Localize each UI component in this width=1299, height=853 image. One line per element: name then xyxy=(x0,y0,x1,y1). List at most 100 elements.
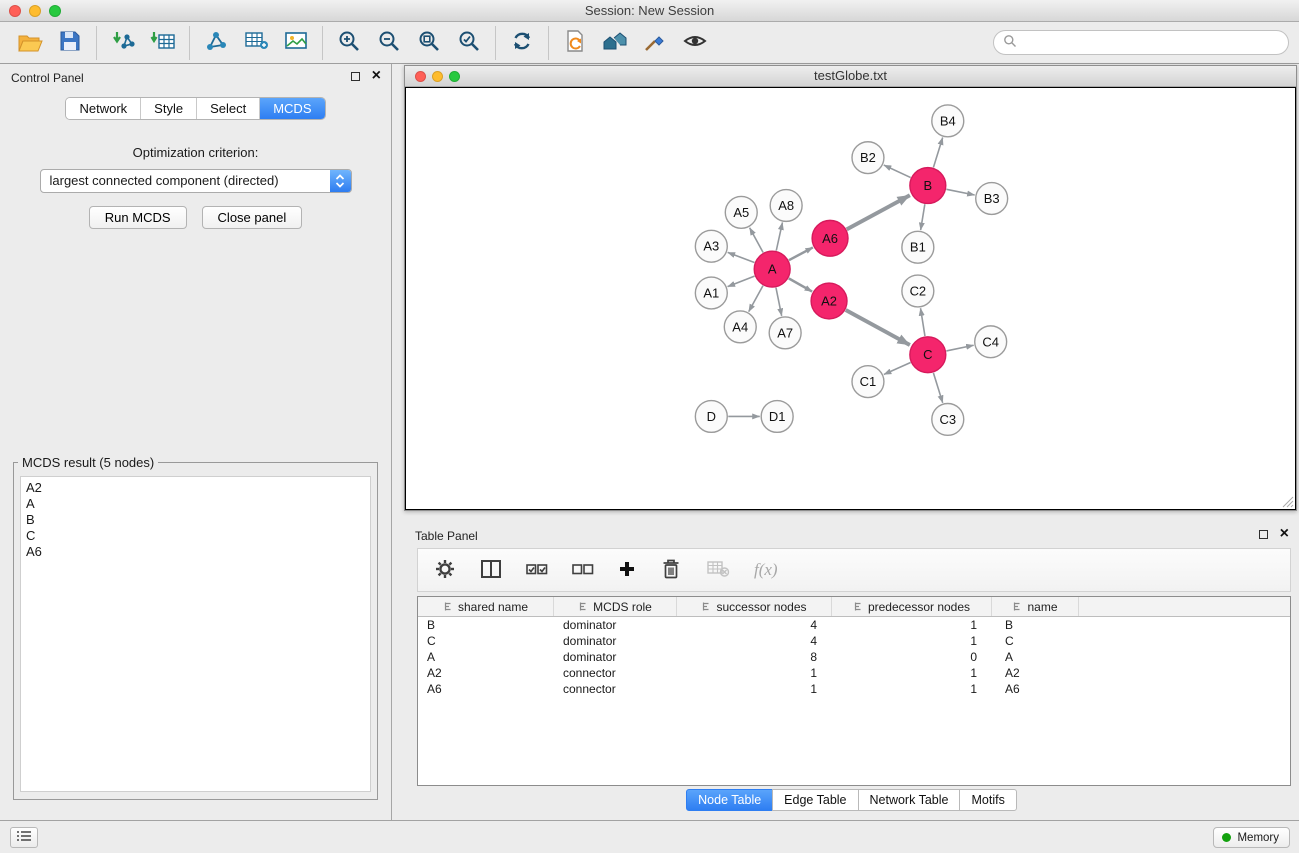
network-window-titlebar[interactable]: testGlobe.txt xyxy=(405,66,1296,87)
style-brush-button[interactable] xyxy=(635,26,675,60)
node-B2[interactable]: B2 xyxy=(852,142,884,174)
table-settings-button[interactable] xyxy=(434,558,456,583)
criterion-dropdown[interactable]: largest connected component (directed) xyxy=(40,169,352,193)
node-A5[interactable]: A5 xyxy=(725,196,757,228)
memory-button[interactable]: Memory xyxy=(1213,827,1290,848)
edge-A6-B[interactable] xyxy=(847,195,910,229)
cell-successor-nodes[interactable]: 1 xyxy=(677,665,832,681)
cell-name[interactable]: C xyxy=(992,633,1079,649)
column-header-predecessor-nodes[interactable]: predecessor nodes xyxy=(832,597,992,616)
cell-predecessor-nodes[interactable]: 1 xyxy=(832,681,992,697)
show-columns-button[interactable] xyxy=(480,559,502,582)
edge-A-A4[interactable] xyxy=(749,286,763,312)
close-view-button[interactable] xyxy=(415,71,426,82)
mcds-result-list[interactable]: A2ABCA6 xyxy=(20,476,371,792)
save-session-button[interactable] xyxy=(50,26,90,60)
table-row[interactable]: Bdominator41B xyxy=(418,617,1290,633)
zoom-window-button[interactable] xyxy=(49,5,61,17)
cell-mcds-role[interactable]: connector xyxy=(554,681,677,697)
edge-B-B4[interactable] xyxy=(933,137,942,167)
toggle-visibility-button[interactable] xyxy=(675,26,715,60)
cell-successor-nodes[interactable]: 8 xyxy=(677,649,832,665)
cell-shared-name[interactable]: C xyxy=(418,633,554,649)
edge-B-B3[interactable] xyxy=(946,189,974,195)
cell-mcds-role[interactable]: dominator xyxy=(554,617,677,633)
node-C[interactable]: C xyxy=(910,337,946,373)
add-column-button[interactable] xyxy=(618,560,636,581)
refresh-view-button[interactable] xyxy=(502,26,542,60)
cell-name[interactable]: A xyxy=(992,649,1079,665)
minimize-window-button[interactable] xyxy=(29,5,41,17)
close-window-button[interactable] xyxy=(9,5,21,17)
cell-shared-name[interactable]: A6 xyxy=(418,681,554,697)
delete-column-button[interactable] xyxy=(660,558,682,583)
reload-file-button[interactable] xyxy=(555,26,595,60)
node-A2[interactable]: A2 xyxy=(811,283,847,319)
zoom-view-button[interactable] xyxy=(449,71,460,82)
cell-mcds-role[interactable]: dominator xyxy=(554,649,677,665)
table-row[interactable]: Adominator80A xyxy=(418,649,1290,665)
cell-shared-name[interactable]: A xyxy=(418,649,554,665)
cell-successor-nodes[interactable]: 1 xyxy=(677,681,832,697)
node-C1[interactable]: C1 xyxy=(852,366,884,398)
network-table-button[interactable] xyxy=(236,26,276,60)
cell-predecessor-nodes[interactable]: 1 xyxy=(832,633,992,649)
edge-A-A2[interactable] xyxy=(789,278,812,291)
node-A8[interactable]: A8 xyxy=(770,190,802,222)
edge-A-A1[interactable] xyxy=(728,276,755,287)
node-A[interactable]: A xyxy=(754,251,790,287)
tab-edge-table[interactable]: Edge Table xyxy=(772,789,858,811)
column-header-successor-nodes[interactable]: successor nodes xyxy=(677,597,832,616)
tab-network-table[interactable]: Network Table xyxy=(858,789,961,811)
column-header-shared-name[interactable]: shared name xyxy=(418,597,554,616)
column-header-mcds-role[interactable]: MCDS role xyxy=(554,597,677,616)
cell-name[interactable]: B xyxy=(992,617,1079,633)
table-row[interactable]: A2connector11A2 xyxy=(418,665,1290,681)
cell-shared-name[interactable]: B xyxy=(418,617,554,633)
node-B4[interactable]: B4 xyxy=(932,105,964,137)
cell-predecessor-nodes[interactable]: 1 xyxy=(832,665,992,681)
cell-predecessor-nodes[interactable]: 0 xyxy=(832,649,992,665)
cell-shared-name[interactable]: A2 xyxy=(418,665,554,681)
network-graph[interactable]: AA1A2A3A4A5A6A7A8BB1B2B3B4CC1C2C3C4DD1 xyxy=(406,88,1295,509)
tab-network[interactable]: Network xyxy=(66,98,141,119)
tab-node-table[interactable]: Node Table xyxy=(686,789,773,811)
edge-A2-C[interactable] xyxy=(846,310,910,345)
minimize-view-button[interactable] xyxy=(432,71,443,82)
open-session-button[interactable] xyxy=(10,26,50,60)
close-table-panel-button[interactable]: × xyxy=(1280,529,1289,539)
close-panel-button[interactable]: Close panel xyxy=(202,206,303,229)
cell-mcds-role[interactable]: connector xyxy=(554,665,677,681)
node-C3[interactable]: C3 xyxy=(932,404,964,436)
cell-name[interactable]: A2 xyxy=(992,665,1079,681)
edge-C-C2[interactable] xyxy=(921,308,925,336)
table-row[interactable]: A6connector11A6 xyxy=(418,681,1290,697)
zoom-fit-button[interactable] xyxy=(409,26,449,60)
edge-C-C3[interactable] xyxy=(933,373,942,403)
import-network-button[interactable] xyxy=(103,26,143,60)
float-panel-button[interactable] xyxy=(351,72,360,81)
zoom-out-button[interactable] xyxy=(369,26,409,60)
delete-table-button[interactable] xyxy=(706,559,730,581)
resize-grip-icon[interactable] xyxy=(1282,496,1294,508)
cell-mcds-role[interactable]: dominator xyxy=(554,633,677,649)
tab-motifs[interactable]: Motifs xyxy=(959,789,1016,811)
edge-A-A8[interactable] xyxy=(776,222,782,250)
node-C4[interactable]: C4 xyxy=(975,326,1007,358)
tab-style[interactable]: Style xyxy=(141,98,197,119)
edge-A-A6[interactable] xyxy=(789,247,813,260)
table-row[interactable]: Cdominator41C xyxy=(418,633,1290,649)
export-image-button[interactable] xyxy=(276,26,316,60)
tab-select[interactable]: Select xyxy=(197,98,260,119)
cell-successor-nodes[interactable]: 4 xyxy=(677,617,832,633)
cell-successor-nodes[interactable]: 4 xyxy=(677,633,832,649)
node-A1[interactable]: A1 xyxy=(695,277,727,309)
home-view-button[interactable] xyxy=(595,26,635,60)
edge-A-A7[interactable] xyxy=(776,288,782,316)
network-canvas[interactable]: AA1A2A3A4A5A6A7A8BB1B2B3B4CC1C2C3C4DD1 xyxy=(405,87,1296,510)
new-network-button[interactable] xyxy=(196,26,236,60)
close-panel-icon-button[interactable]: × xyxy=(372,71,381,81)
node-B1[interactable]: B1 xyxy=(902,231,934,263)
node-A6[interactable]: A6 xyxy=(812,220,848,256)
deselect-all-columns-button[interactable] xyxy=(572,561,594,580)
